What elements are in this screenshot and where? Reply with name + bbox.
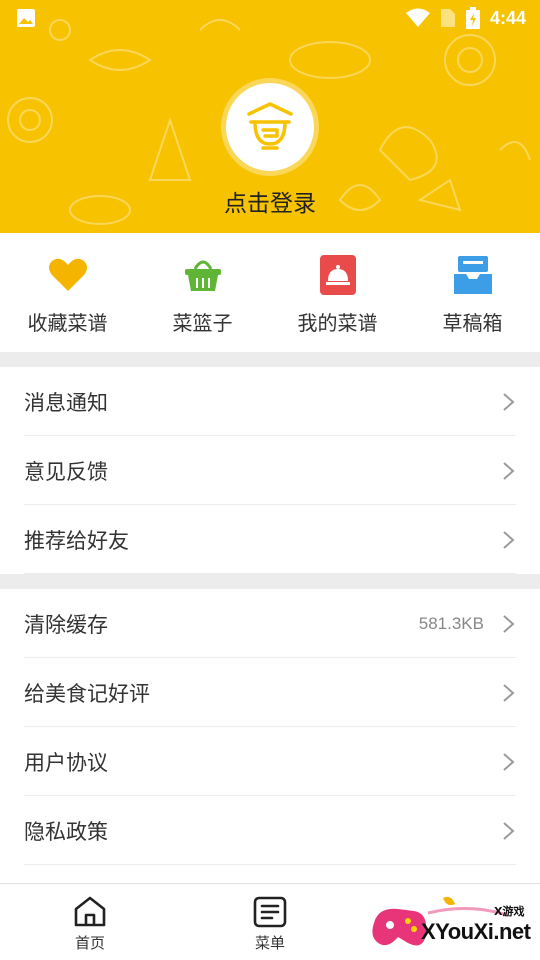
menu-item-label: 推荐给好友 [24, 528, 129, 553]
menu-item-label: 给美食记好评 [24, 681, 150, 706]
quick-actions: 收藏菜谱 菜篮子 我的菜谱 草稿箱 [0, 233, 540, 352]
menu-item-rate-app[interactable]: 给美食记好评 [0, 658, 540, 727]
cache-size-value: 581.3KB [418, 613, 484, 633]
chevron-right-icon [502, 821, 516, 841]
watermark-small-text: X游戏 [494, 905, 525, 918]
section-divider [0, 352, 540, 367]
menu-item-label: 隐私政策 [24, 819, 108, 844]
quick-item-label: 我的菜谱 [297, 311, 378, 335]
quick-item-label: 菜篮子 [172, 311, 233, 335]
chef-bowl-logo-icon [247, 102, 293, 150]
quick-item-favorites[interactable]: 收藏菜谱 [0, 233, 135, 352]
status-time: 4:44 [489, 7, 526, 28]
chevron-right-icon [502, 392, 516, 412]
quick-item-label: 收藏菜谱 [27, 311, 108, 335]
menu-item-recommend[interactable]: 推荐给好友 [0, 505, 540, 574]
chevron-right-icon [502, 752, 516, 772]
menu-list-icon [253, 896, 287, 928]
nav-tab-menu[interactable]: 菜单 [180, 884, 360, 960]
draft-box-icon [453, 256, 492, 294]
wifi-icon [405, 8, 430, 27]
settings-group-2: 清除缓存 581.3KB 给美食记好评 用户协议 隐私政策 [0, 589, 540, 865]
login-prompt[interactable]: 点击登录 [0, 184, 540, 218]
menu-item-notifications[interactable]: 消息通知 [0, 367, 540, 436]
recipe-book-icon [319, 255, 356, 295]
menu-item-label: 意见反馈 [24, 459, 108, 484]
chevron-right-icon [502, 461, 516, 481]
quick-item-my-recipes[interactable]: 我的菜谱 [270, 233, 405, 352]
status-bar: 4:44 [0, 0, 540, 36]
menu-item-clear-cache[interactable]: 清除缓存 581.3KB [0, 589, 540, 658]
home-icon [74, 896, 106, 927]
chevron-right-icon [502, 683, 516, 703]
menu-item-feedback[interactable]: 意见反馈 [0, 436, 540, 505]
profile-header: 4:44 点击登录 [0, 0, 540, 233]
section-divider [0, 574, 540, 589]
menu-item-label: 用户协议 [24, 750, 108, 775]
menu-item-label: 清除缓存 [24, 612, 108, 637]
avatar-inner [226, 83, 314, 171]
quick-item-drafts[interactable]: 草稿箱 [405, 233, 540, 352]
watermark-text: XYouXi.net [421, 919, 531, 944]
settings-group-1: 消息通知 意见反馈 推荐给好友 [0, 367, 540, 574]
basket-icon [184, 260, 221, 291]
battery-charging-icon [465, 7, 480, 29]
menu-item-privacy-policy[interactable]: 隐私政策 [0, 796, 540, 865]
quick-item-label: 草稿箱 [442, 311, 503, 335]
avatar[interactable] [221, 78, 319, 176]
chevron-right-icon [502, 614, 516, 634]
menu-item-label: 消息通知 [24, 390, 108, 415]
nav-tab-label: 首页 [74, 934, 105, 952]
nav-tab-home[interactable]: 首页 [0, 884, 180, 960]
heart-icon [48, 258, 87, 291]
no-sim-icon [440, 9, 455, 27]
quick-item-basket[interactable]: 菜篮子 [135, 233, 270, 352]
chevron-right-icon [502, 530, 516, 550]
menu-item-user-agreement[interactable]: 用户协议 [0, 727, 540, 796]
nav-tab-label: 菜单 [254, 934, 285, 952]
gallery-notification-icon [17, 9, 35, 27]
